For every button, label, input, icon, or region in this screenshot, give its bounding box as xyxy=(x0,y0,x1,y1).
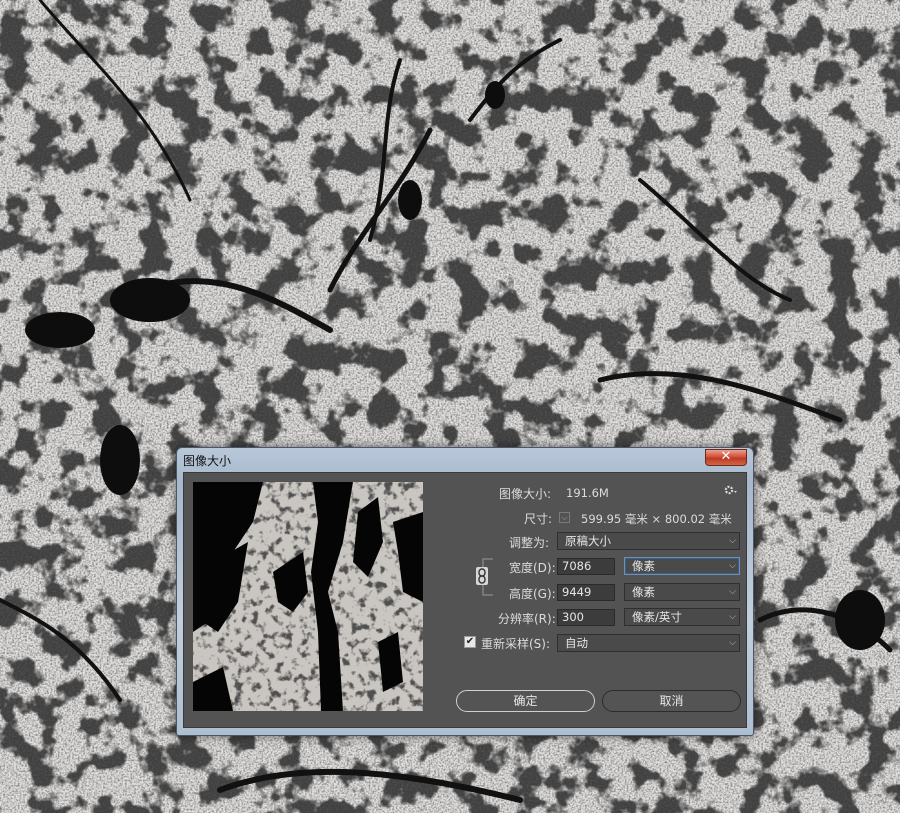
resample-select[interactable]: 自动 ⌵ xyxy=(557,634,740,652)
height-unit-value: 像素 xyxy=(632,585,655,599)
chevron-down-icon: ⌵ xyxy=(561,513,568,522)
image-size-label: 图像大小: xyxy=(499,487,552,501)
image-size-dialog: 图像大小 ✕ 图像大小: 191.6M 尺寸: ⌵ 599.95 毫米 × 80… xyxy=(176,447,754,736)
resolution-input[interactable]: 300 xyxy=(557,609,615,626)
width-unit-select[interactable]: 像素 ⌵ xyxy=(624,557,740,575)
gear-icon[interactable] xyxy=(722,482,738,498)
chain-link-icon[interactable] xyxy=(476,567,488,585)
ok-button[interactable]: 确定 xyxy=(456,690,595,712)
resample-checkbox[interactable]: ✔ xyxy=(464,636,476,648)
fit-to-select[interactable]: 原稿大小 ⌵ xyxy=(557,532,740,550)
width-unit-value: 像素 xyxy=(632,559,655,573)
chevron-down-icon: ⌵ xyxy=(729,536,736,546)
dimensions-unit-toggle[interactable]: ⌵ xyxy=(559,512,570,523)
checkmark-icon: ✔ xyxy=(465,636,475,647)
width-label: 宽度(D): xyxy=(509,561,556,575)
dialog-title-bar[interactable]: 图像大小 ✕ xyxy=(177,448,753,470)
fit-to-value: 原稿大小 xyxy=(565,534,611,548)
chevron-down-icon: ⌵ xyxy=(729,612,736,622)
close-button[interactable]: ✕ xyxy=(705,449,747,466)
preview-image xyxy=(193,482,423,711)
cancel-button[interactable]: 取消 xyxy=(602,690,741,712)
dimensions-value: 599.95 毫米 × 800.02 毫米 xyxy=(581,512,732,526)
chevron-down-icon: ⌵ xyxy=(729,638,736,648)
dialog-content: 图像大小: 191.6M 尺寸: ⌵ 599.95 毫米 × 800.02 毫米… xyxy=(183,472,747,728)
resample-value: 自动 xyxy=(565,636,588,650)
resolution-unit-value: 像素/英寸 xyxy=(632,610,682,624)
image-preview[interactable] xyxy=(193,482,423,711)
chevron-down-icon: ⌵ xyxy=(729,587,736,597)
dimensions-label: 尺寸: xyxy=(524,512,553,526)
resample-label: 重新采样(S): xyxy=(481,637,551,651)
resolution-label: 分辨率(R): xyxy=(498,612,556,626)
resolution-unit-select[interactable]: 像素/英寸 ⌵ xyxy=(624,608,740,626)
fit-to-label: 调整为: xyxy=(509,536,550,550)
height-input[interactable]: 9449 xyxy=(557,584,615,601)
chevron-down-icon: ⌵ xyxy=(729,561,736,571)
width-input[interactable]: 7086 xyxy=(557,558,615,575)
height-label: 高度(G): xyxy=(509,587,556,601)
height-unit-select[interactable]: 像素 ⌵ xyxy=(624,583,740,601)
image-size-value: 191.6M xyxy=(566,486,609,500)
close-icon: ✕ xyxy=(720,449,732,464)
dialog-title: 图像大小 xyxy=(183,454,232,468)
